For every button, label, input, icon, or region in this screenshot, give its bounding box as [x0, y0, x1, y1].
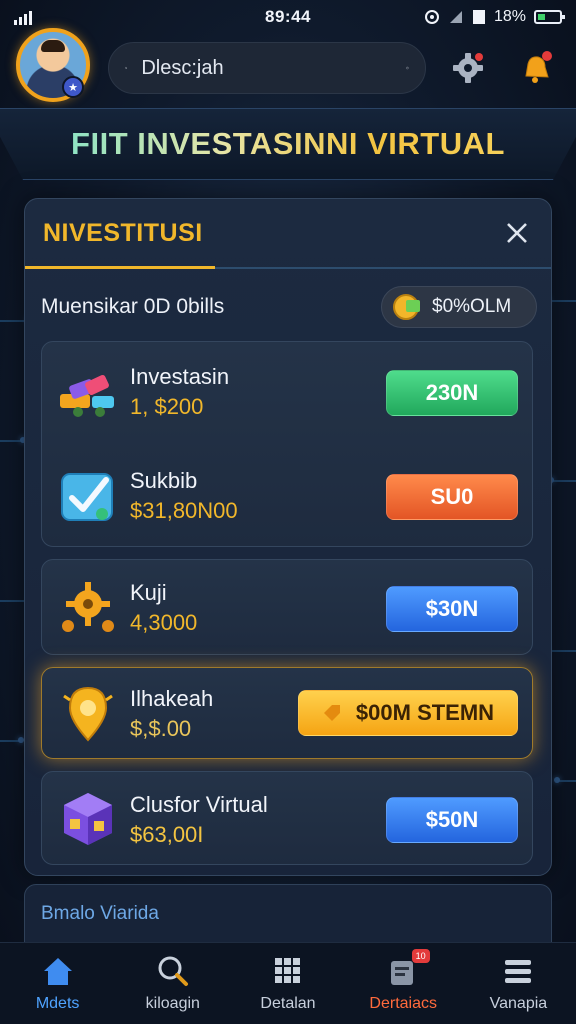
- nav-item-details[interactable]: Detalan: [230, 943, 345, 1024]
- investment-item: Investasin 1, $200 230N: [42, 342, 534, 442]
- notification-badge: 10: [411, 949, 430, 963]
- summary-label: Muensikar 0D 0bills: [41, 295, 225, 318]
- bell-icon: [525, 51, 552, 83]
- search-bar: [108, 42, 426, 94]
- invest-button-featured[interactable]: $00M STEMN: [298, 690, 518, 736]
- bottom-nav: Mdets kiloagin Detalan 10 Dertaiacs Vana…: [0, 942, 576, 1024]
- nav-label: Vanapia: [489, 995, 548, 1012]
- investment-name: Sukbib: [130, 468, 198, 493]
- balance-pill[interactable]: $0%OLM: [381, 286, 537, 328]
- investment-name: Clusfor Virtual: [130, 792, 268, 817]
- gear-icon: [453, 53, 483, 83]
- grid-icon: [275, 958, 300, 983]
- investment-price: $,$.00: [130, 716, 192, 741]
- building-blocks-icon: [60, 374, 114, 417]
- location-icon: [424, 10, 439, 24]
- investment-name: Kuji: [130, 580, 167, 605]
- invest-button[interactable]: 230N: [386, 370, 518, 416]
- investment-price: $63,00I: [130, 822, 204, 847]
- nav-item-search[interactable]: kiloagin: [115, 943, 230, 1024]
- shield-badge-icon: ★: [62, 76, 84, 98]
- nav-label: Detalan: [260, 995, 316, 1012]
- nav-label: Mdets: [35, 995, 80, 1012]
- notifications-button[interactable]: [514, 46, 558, 90]
- timer-icon[interactable]: [406, 54, 409, 82]
- wifi-icon: [449, 11, 462, 23]
- menu-icon: [505, 960, 532, 983]
- coin-icon: [393, 294, 420, 320]
- nav-label: Dertaiacs: [369, 995, 437, 1012]
- investment-price: 1, $200: [130, 394, 204, 419]
- panel-tab-indicator: [25, 266, 215, 269]
- balance-value: $0%OLM: [432, 296, 512, 317]
- lightbulb-pin-icon: [63, 686, 113, 742]
- close-button[interactable]: [499, 215, 535, 251]
- signal-icon: [14, 9, 164, 25]
- page-title: FIIT INVESTASINNI VIRTUAL: [71, 126, 505, 161]
- panel-header: NIVESTITUSI: [25, 199, 551, 269]
- invest-button[interactable]: SU0: [386, 474, 518, 520]
- investment-panel: NIVESTITUSI Muensikar 0D 0bills $0%OLM I…: [24, 198, 552, 876]
- nav-item-home[interactable]: Mdets: [0, 943, 115, 1024]
- investment-price: $31,80N00: [130, 498, 238, 523]
- investment-item-highlighted: Ilhakeah $,$.00 $00M STEMN: [41, 667, 533, 759]
- investment-item: Kuji 4,3000 $30N: [41, 559, 533, 655]
- search-icon: [158, 956, 188, 986]
- investment-price: 4,3000: [130, 610, 198, 635]
- summary-row: Muensikar 0D 0bills $0%OLM: [41, 285, 537, 329]
- investment-item: Clusfor Virtual $63,00I $50N: [41, 771, 533, 865]
- investment-name: Investasin: [130, 364, 230, 389]
- page-banner: FIIT INVESTASINNI VIRTUAL: [0, 108, 576, 180]
- close-icon: [507, 223, 527, 243]
- investment-name: Ilhakeah: [130, 686, 214, 711]
- settings-button[interactable]: [446, 46, 490, 90]
- tag-icon: [323, 705, 340, 721]
- top-bar: ★: [0, 26, 576, 106]
- sim-icon: [472, 10, 485, 24]
- market-info-label: Bmalo Viarida: [41, 903, 159, 924]
- nav-item-notifications[interactable]: 10 Dertaiacs: [346, 943, 461, 1024]
- battery-percent: 18%: [493, 8, 526, 25]
- gears-icon: [62, 582, 114, 632]
- home-icon: [43, 958, 72, 985]
- checkbox-icon: [61, 473, 113, 521]
- search-icon: [125, 67, 128, 70]
- nav-label: kiloagin: [145, 995, 200, 1012]
- panel-title: NIVESTITUSI: [43, 219, 203, 247]
- status-time: 89:44: [265, 7, 311, 26]
- battery-icon: [534, 10, 565, 24]
- search-input[interactable]: [141, 56, 407, 80]
- cube-icon: [64, 793, 112, 845]
- invest-button[interactable]: $50N: [386, 797, 518, 843]
- investment-item: Sukbib $31,80N00 SU0: [42, 446, 534, 546]
- invest-button-label: $00M STEMN: [355, 700, 495, 725]
- nav-item-menu[interactable]: Vanapia: [461, 943, 576, 1024]
- investment-group-card: Investasin 1, $200 230N Sukbib $31,80N00…: [41, 341, 533, 547]
- invest-button[interactable]: $30N: [386, 586, 518, 632]
